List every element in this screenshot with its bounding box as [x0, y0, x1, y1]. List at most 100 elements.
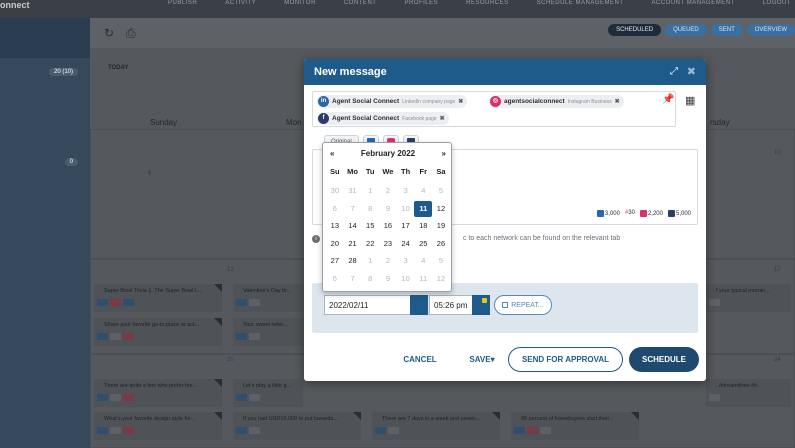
day-cell[interactable]: 5 [432, 183, 450, 199]
day-cell[interactable]: 4 [414, 253, 432, 269]
scheduled-post[interactable]: What's your favorite design style for... [94, 412, 222, 440]
nav-schedule-management[interactable]: SCHEDULE MANAGEMENT [537, 0, 624, 6]
day-cell[interactable]: 1 [361, 183, 379, 199]
day-cell[interactable]: 1 [361, 253, 379, 269]
day-cell[interactable]: 3 [397, 183, 415, 199]
tab-sent[interactable]: SENT [710, 24, 743, 36]
week-row: 6 7 8 9 10 11 12 [326, 200, 450, 219]
time-input[interactable]: 05:26 pm [429, 295, 473, 315]
day-cell[interactable]: 9 [379, 271, 397, 287]
day-cell[interactable]: 9 [379, 201, 397, 217]
tab-scheduled[interactable]: SCHEDULED [608, 24, 662, 36]
weekday-label: Th [401, 167, 411, 176]
day-cell[interactable]: 8 [361, 201, 379, 217]
nav-resources[interactable]: RESOURCES [466, 0, 509, 6]
selected-day[interactable]: 11 [414, 200, 433, 217]
schedule-button[interactable]: SCHEDULE [629, 347, 699, 372]
day-cell[interactable]: 3 [397, 253, 415, 269]
day-cell[interactable]: 26 [432, 236, 450, 252]
remove-recipient-icon[interactable]: ✖ [458, 98, 463, 105]
day-cell[interactable]: 12 [432, 271, 450, 287]
clock-icon[interactable] [472, 295, 490, 315]
day-cell[interactable]: 16 [379, 218, 397, 234]
day-cell[interactable]: 25 [414, 236, 432, 252]
scheduled-post[interactable]: ..#dreamlifree #h... [706, 379, 791, 407]
recipients-field[interactable]: in Agent Social Connect LinkedIn company… [312, 91, 676, 127]
day-cell[interactable]: 12 [432, 201, 450, 217]
nav-monitor[interactable]: MONITOR [284, 0, 316, 6]
cancel-button[interactable]: CANCEL [400, 347, 440, 372]
day-cell[interactable]: 5 [432, 253, 450, 269]
scheduled-post[interactable]: f your typical mornin... [706, 284, 791, 312]
day-cell[interactable]: 10 [397, 201, 415, 217]
save-button[interactable]: SAVE ▾ [464, 347, 500, 372]
nav-logout[interactable]: LOGOUT [763, 0, 791, 6]
recipient-chip[interactable]: in Agent Social Connect LinkedIn company… [317, 95, 468, 108]
grid-icon[interactable]: ▦ [685, 94, 695, 107]
remove-recipient-icon[interactable]: ✖ [440, 115, 445, 122]
pin-icon[interactable]: 📌 [662, 94, 674, 105]
nav-content[interactable]: CONTENT [344, 0, 377, 6]
post-text: There are 7 days in a week and seven... [382, 416, 480, 422]
nav-publish[interactable]: PUBLISH [168, 0, 197, 6]
day-cell[interactable]: 28 [344, 253, 362, 269]
day-cell[interactable]: 10 [397, 271, 415, 287]
date-input[interactable]: 2022/02/11 [324, 295, 411, 315]
day-cell[interactable]: 21 [344, 236, 362, 252]
month-label[interactable]: February 2022 [323, 149, 453, 158]
tab-overview[interactable]: OVERVIEW [746, 24, 795, 36]
day-cell[interactable]: 6 [326, 271, 344, 287]
scheduled-post[interactable]: 95 percent of homebuyers start their... [511, 412, 639, 440]
recipient-chip[interactable]: f Agent Social Connect Facebook page ✖ [317, 112, 449, 125]
remove-recipient-icon[interactable]: ✖ [615, 98, 620, 105]
day-cell[interactable]: 11 [414, 271, 432, 287]
day-cell[interactable]: 30 [326, 183, 344, 199]
day-cell[interactable]: 17 [397, 218, 415, 234]
day-cell[interactable]: 2 [379, 183, 397, 199]
print-icon[interactable]: ⎙ [126, 26, 136, 41]
sidebar-item-selected[interactable] [0, 18, 90, 58]
prev-month-button[interactable]: « [330, 149, 334, 158]
day-cell[interactable]: 8 [361, 271, 379, 287]
day-grid: 30 31 1 2 3 4 5 6 7 8 9 10 11 12 13 14 15 16 17 18 19 20 21 22 2… [326, 183, 450, 288]
next-month-button[interactable]: » [442, 149, 446, 158]
day-cell[interactable]: 24 [397, 236, 415, 252]
day-cell[interactable]: 22 [361, 236, 379, 252]
day-cell[interactable]: 13 [326, 218, 344, 234]
repeat-button[interactable]: REPEAT... [494, 295, 552, 315]
day-cell[interactable]: 15 [361, 218, 379, 234]
scheduled-post[interactable]: Let's play a little g... [233, 379, 303, 407]
close-icon[interactable]: ✖ [687, 65, 696, 78]
day-cell[interactable]: 20 [326, 236, 344, 252]
day-cell[interactable]: 4 [414, 183, 432, 199]
day-cell[interactable]: 18 [414, 218, 432, 234]
send-for-approval-button[interactable]: SEND FOR APPROVAL [508, 347, 623, 372]
nav-activity[interactable]: ACTIVITY [225, 0, 256, 6]
day-cell[interactable]: 23 [379, 236, 397, 252]
refresh-icon[interactable]: ↻ [104, 26, 114, 40]
scheduled-post[interactable]: Valentine's Day br... [233, 284, 303, 312]
scheduled-post[interactable]: Share your favorite go-to place or act..… [94, 318, 222, 346]
scheduled-post[interactable]: If you had USD10,000 to put towards... [233, 412, 361, 440]
day-cell[interactable]: 31 [344, 183, 362, 199]
nav-profiles[interactable]: PROFILES [404, 0, 438, 6]
day-cell[interactable]: 7 [344, 201, 362, 217]
day-cell[interactable]: 7 [344, 271, 362, 287]
scheduled-post[interactable]: Super Bowl Trivia 1. The Super Bowl L... [94, 284, 222, 312]
day-cell[interactable]: 27 [326, 253, 344, 269]
nav-account-management[interactable]: ACCOUNT MANAGEMENT [651, 0, 734, 6]
day-cell[interactable]: 2 [379, 253, 397, 269]
recipient-chip[interactable]: ◎ agentsocialconnect Instagram Business … [489, 95, 624, 108]
expand-icon[interactable]: ⤢ [670, 66, 678, 77]
calendar-icon[interactable] [410, 295, 428, 315]
today-label[interactable]: TODAY [108, 65, 128, 71]
tab-queued[interactable]: QUEUED [665, 24, 707, 36]
scheduled-post[interactable]: There are 7 days in a week and seven... [372, 412, 500, 440]
day-cell[interactable]: 6 [326, 201, 344, 217]
modal-footer: CANCEL SAVE ▾ SEND FOR APPROVAL SCHEDULE [304, 347, 706, 373]
scheduled-post[interactable]: There are quite a few who prefer the... [94, 379, 222, 407]
scheduled-post[interactable]: Your sweet refer... [233, 318, 303, 346]
repeat-checkbox[interactable] [502, 302, 509, 308]
day-cell[interactable]: 19 [432, 218, 450, 234]
day-cell[interactable]: 14 [344, 218, 362, 234]
